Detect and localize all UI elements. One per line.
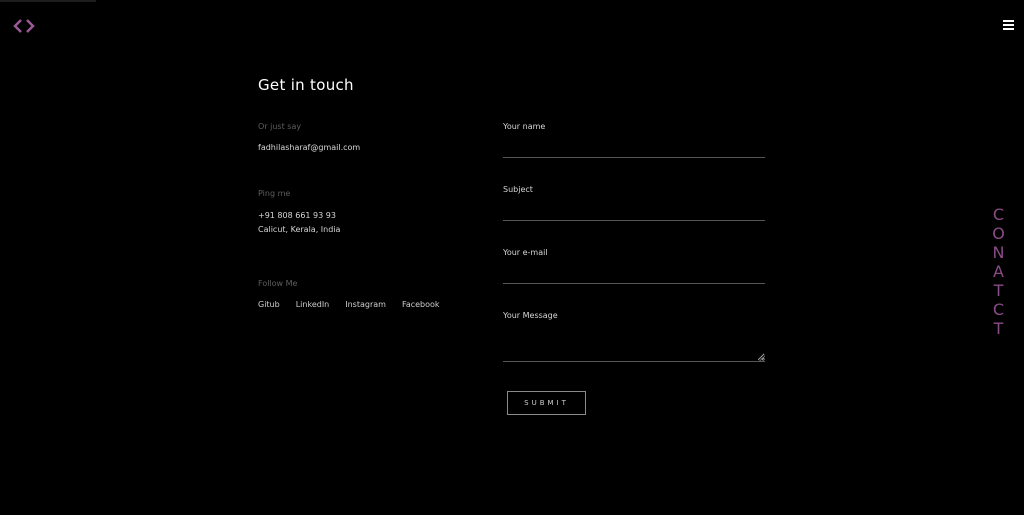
linkedin-link[interactable]: LinkedIn (296, 300, 330, 309)
phone-number[interactable]: +91 808 661 93 93 (258, 209, 336, 223)
top-progress-bar (0, 0, 96, 2)
instagram-link[interactable]: Instagram (345, 300, 386, 309)
code-brackets-icon[interactable] (13, 17, 35, 35)
page-title: Get in touch (258, 76, 354, 94)
email-field[interactable] (503, 265, 765, 284)
subject-label: Subject (503, 185, 533, 194)
email-field-label: Your e-mail (503, 248, 548, 257)
message-label: Your Message (503, 311, 558, 320)
social-links: Gitub LinkedIn Instagram Facebook (258, 300, 440, 309)
resize-grip-icon[interactable] (759, 355, 765, 361)
email-label: Or just say (258, 122, 302, 131)
name-label: Your name (503, 122, 546, 131)
phone-label: Ping me (258, 189, 291, 198)
hamburger-icon[interactable] (1003, 20, 1014, 31)
facebook-link[interactable]: Facebook (402, 300, 440, 309)
name-input[interactable] (503, 139, 765, 158)
section-side-label: CONATCT (989, 205, 1008, 338)
message-textarea[interactable] (503, 327, 765, 362)
location-text: Calicut, Kerala, India (258, 225, 341, 234)
email-link[interactable]: fadhilasharaf@gmail.com (258, 141, 360, 155)
submit-button[interactable]: SUBMIT (507, 391, 586, 415)
follow-label: Follow Me (258, 279, 298, 288)
github-link[interactable]: Gitub (258, 300, 280, 309)
subject-input[interactable] (503, 202, 765, 221)
